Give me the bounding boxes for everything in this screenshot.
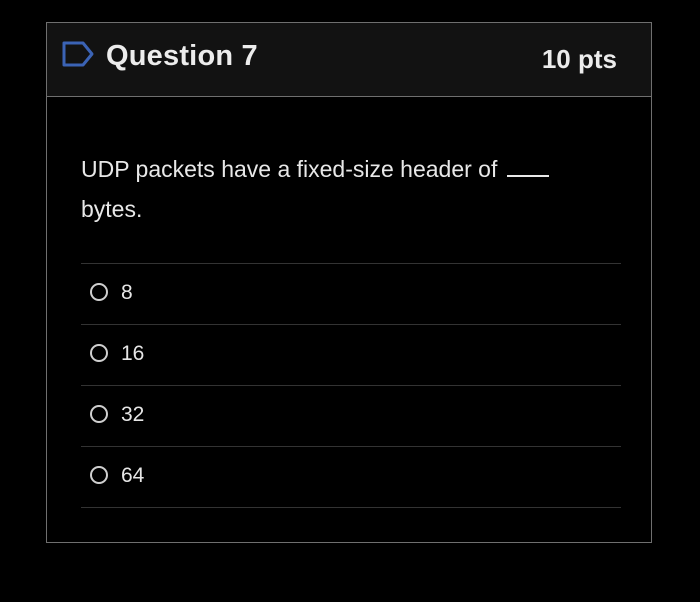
question-text-line2: bytes. [81, 196, 143, 222]
answer-option-8[interactable]: 8 [81, 263, 621, 324]
question-points: 10 pts [541, 44, 617, 74]
flag-icon[interactable] [61, 40, 95, 68]
question-header: Question 7 10 pts [47, 23, 651, 97]
answer-option-32[interactable]: 32 [81, 385, 621, 446]
radio-circle-icon[interactable] [90, 405, 108, 423]
radio-circle-icon[interactable] [90, 466, 108, 484]
answer-label[interactable]: 16 [121, 342, 144, 366]
question-text-line1: UDP packets have a fixed-size header of [81, 156, 498, 182]
answer-label[interactable]: 8 [121, 281, 133, 305]
radio-circle-icon[interactable] [90, 344, 108, 362]
fill-in-blank [507, 155, 550, 177]
answer-label[interactable]: 64 [121, 464, 144, 488]
question-card: Question 7 10 pts UDP packets have a fix… [46, 22, 652, 543]
question-text: UDP packets have a fixed-size header of … [81, 149, 621, 229]
answer-option-16[interactable]: 16 [81, 324, 621, 385]
question-title: Question 7 [106, 40, 258, 72]
answer-label[interactable]: 32 [121, 403, 144, 427]
answer-option-64[interactable]: 64 [81, 446, 621, 508]
answer-list: 8 16 32 64 [81, 263, 621, 508]
radio-circle-icon[interactable] [90, 283, 108, 301]
